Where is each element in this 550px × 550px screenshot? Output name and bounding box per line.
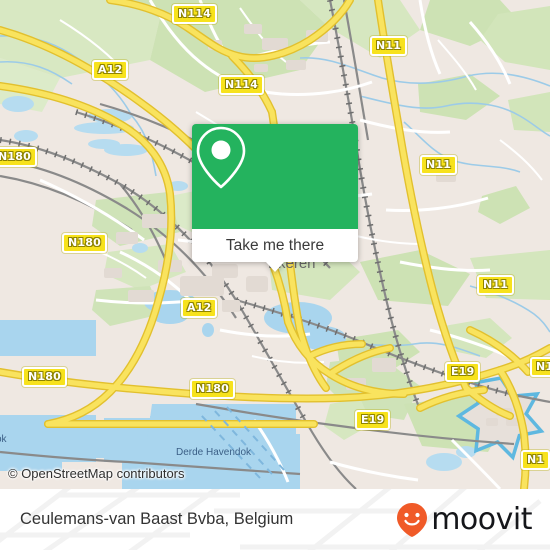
location-pin-icon	[196, 126, 246, 189]
road-shield[interactable]: A12	[92, 60, 129, 80]
callout-pointer	[266, 262, 284, 272]
road-shield[interactable]: N180	[62, 233, 107, 253]
water-label: Derde Havendok	[176, 447, 252, 458]
footer-bar: Ceulemans-van Baast Bvba, Belgium moovit	[0, 489, 550, 550]
moovit-logo[interactable]: moovit	[395, 502, 532, 538]
map-canvas[interactable]: N114 A12 N114 N11 N180 N11 N180 N11 A12 …	[0, 0, 550, 489]
road-shield[interactable]: N114	[219, 75, 264, 95]
road-shield[interactable]: E19	[355, 410, 391, 430]
take-me-there-callout[interactable]: Take me there	[192, 124, 358, 272]
road-shield[interactable]: N11	[477, 275, 515, 295]
road-shield[interactable]: N180	[22, 367, 67, 387]
road-shield[interactable]: N114	[172, 4, 217, 24]
road-shield[interactable]: N180	[0, 147, 37, 167]
moovit-map-screen: N114 A12 N114 N11 N180 N11 N180 N11 A12 …	[0, 0, 550, 550]
callout-action[interactable]: Take me there	[192, 229, 358, 262]
take-me-there-label: Take me there	[225, 236, 325, 254]
road-shield[interactable]: N1	[530, 357, 550, 377]
road-shield[interactable]: N11	[370, 36, 408, 56]
road-shield[interactable]: A12	[181, 298, 218, 318]
moovit-wordmark: moovit	[431, 501, 532, 537]
water-label: ok	[0, 434, 7, 445]
road-shield[interactable]: E19	[445, 362, 481, 382]
road-shield[interactable]: N11	[420, 155, 458, 175]
moovit-smiley-pin-icon	[397, 502, 428, 537]
place-title: Ceulemans-van Baast Bvba, Belgium	[20, 510, 294, 528]
road-shield[interactable]: N1	[521, 450, 550, 470]
road-shield[interactable]: N180	[190, 379, 235, 399]
osm-attribution: © OpenStreetMap contributors	[8, 466, 185, 481]
callout-icon-area	[192, 124, 358, 229]
